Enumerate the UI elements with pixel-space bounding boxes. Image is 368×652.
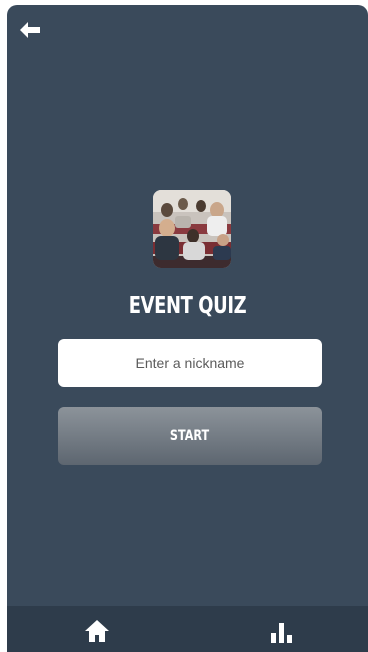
start-button-label: START [170, 428, 210, 444]
nav-home[interactable] [83, 618, 111, 644]
bottom-nav [7, 606, 368, 652]
quiz-screen: EVENT QUIZ START [7, 5, 368, 652]
bar-chart-icon [271, 623, 292, 643]
nav-stats[interactable] [267, 619, 295, 645]
quiz-title: EVENT QUIZ [128, 293, 247, 319]
arrow-left-icon [20, 22, 40, 38]
nickname-input[interactable] [58, 339, 322, 387]
event-image [153, 190, 231, 268]
home-icon [85, 620, 109, 642]
back-button[interactable] [18, 19, 42, 41]
start-button[interactable]: START [58, 407, 322, 465]
